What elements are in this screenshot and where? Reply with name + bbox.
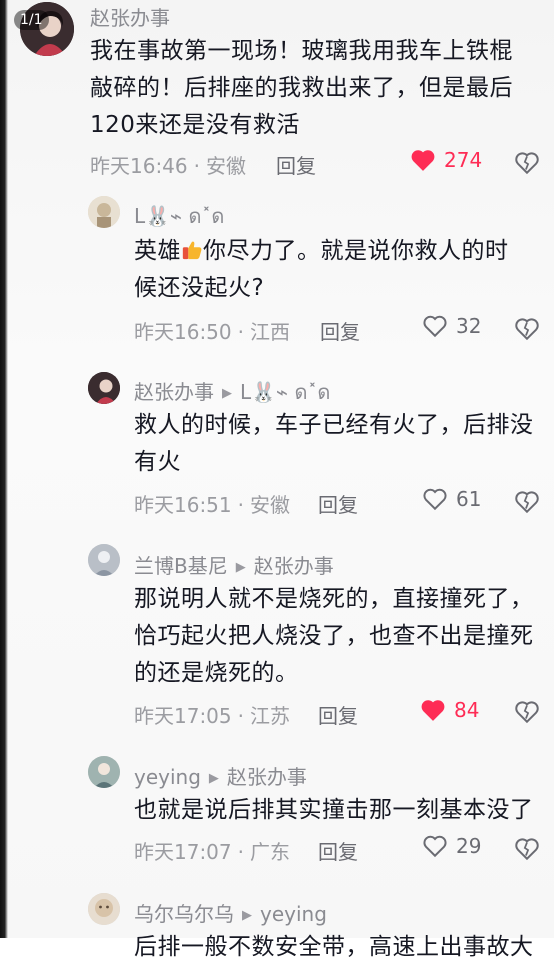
comment-author[interactable]: 赵张办事 ▶ L🐰⌁ ด˟ด xyxy=(134,376,330,408)
comment-time: 昨天16:46 xyxy=(90,154,188,178)
heart-outline-icon xyxy=(423,315,447,338)
like-count: 32 xyxy=(456,314,482,338)
comment-line: 有火 xyxy=(134,449,181,475)
reply-button[interactable]: 回复 xyxy=(276,150,316,179)
reply-arrow-icon: ▶ xyxy=(242,908,252,923)
like-button[interactable]: 29 xyxy=(422,834,481,858)
comment-time: 昨天17:07 xyxy=(134,840,232,864)
reply-arrow-icon: ▶ xyxy=(222,386,232,401)
page-indicator: 1/1 xyxy=(14,10,49,30)
dislike-icon[interactable] xyxy=(514,699,540,725)
video-edge xyxy=(0,0,8,938)
avatar-image xyxy=(88,893,120,925)
comment-text: 英雄 你尽力了。就是说你救人的时 候还没起火? xyxy=(134,233,544,307)
comment-line: 的还是烧死的。 xyxy=(134,660,299,686)
comment-author[interactable]: 乌尔乌尔乌 ▶ yeying xyxy=(134,898,327,927)
heart-filled-icon xyxy=(411,150,435,171)
avatar-image xyxy=(88,544,120,576)
dislike-icon[interactable] xyxy=(514,489,540,515)
comment-meta: 昨天17:05 · 江苏 xyxy=(134,704,290,728)
heart-filled-icon xyxy=(421,700,445,721)
avatar-image xyxy=(88,756,120,788)
like-button[interactable]: 32 xyxy=(422,314,481,338)
comment-line: 恰巧起火把人烧没了，也查不出是撞死 xyxy=(134,623,534,649)
reply-target: L🐰⌁ ด˟ด xyxy=(240,380,331,404)
comment-line: 我在事故第一现场！玻璃我用我车上铁棍 xyxy=(90,38,513,64)
comment-line: 候还没起火? xyxy=(134,275,265,301)
dislike-icon[interactable] xyxy=(514,836,540,862)
comment-line: 救人的时候，车子已经有火了，后排没 xyxy=(134,412,534,438)
thumbs-up-emoji-icon xyxy=(182,241,202,260)
comment-region: 广东 xyxy=(250,840,290,864)
dislike-icon[interactable] xyxy=(514,150,540,176)
comment-line: 英雄 你尽力了。就是说你救人的时 xyxy=(134,238,509,264)
reply-target: 赵张办事 xyxy=(253,554,334,578)
comment-region: 江苏 xyxy=(250,704,290,728)
comment-meta: 昨天17:07 · 广东 xyxy=(134,840,290,864)
comment-time: 昨天16:50 xyxy=(134,320,232,344)
avatar[interactable] xyxy=(88,544,120,576)
comment-text: 后排一般不数安全带，高速上出事故大 xyxy=(134,929,549,966)
avatar-image xyxy=(88,372,120,404)
comment-time: 昨天17:05 xyxy=(134,704,232,728)
avatar[interactable] xyxy=(88,196,120,228)
comment-author[interactable]: L🐰⌁ ด˟ด xyxy=(134,200,224,232)
like-button[interactable]: 274 xyxy=(410,148,482,172)
like-count: 61 xyxy=(456,487,482,511)
like-count: 29 xyxy=(456,834,482,858)
reply-button[interactable]: 回复 xyxy=(318,700,358,729)
comment-line: 那说明人就不是烧死的，直接撞死了， xyxy=(134,586,534,612)
reply-button[interactable]: 回复 xyxy=(320,316,360,345)
comment-region: 江西 xyxy=(250,320,290,344)
reply-target: 赵张办事 xyxy=(226,765,307,789)
avatar[interactable] xyxy=(88,893,120,925)
heart-outline-icon xyxy=(423,835,447,858)
comment-line: 120来还是没有救活 xyxy=(90,112,300,138)
comment-time: 昨天16:51 xyxy=(134,493,232,517)
heart-outline-icon xyxy=(423,488,447,511)
comment-author[interactable]: 赵张办事 xyxy=(90,2,170,31)
comment-meta: 昨天16:51 · 安徽 xyxy=(134,493,290,517)
like-count: 274 xyxy=(444,148,483,172)
comment-line: 也就是说后排其实撞击那一刻基本没了 xyxy=(134,797,534,823)
reply-button[interactable]: 回复 xyxy=(318,489,358,518)
avatar[interactable] xyxy=(88,756,120,788)
comment-author[interactable]: 兰博B基尼 ▶ 赵张办事 xyxy=(134,550,334,579)
reply-button[interactable]: 回复 xyxy=(318,836,358,865)
comment-line: 后排一般不数安全带，高速上出事故大 xyxy=(134,934,534,960)
comment-line: 敲碎的！后排座的我救出来了，但是最后 xyxy=(90,75,513,101)
like-button[interactable]: 84 xyxy=(420,698,479,722)
comment-region: 安徽 xyxy=(250,493,290,517)
comment-text: 也就是说后排其实撞击那一刻基本没了 xyxy=(134,792,549,829)
reply-arrow-icon: ▶ xyxy=(208,771,219,786)
like-count: 84 xyxy=(454,698,480,722)
avatar-image xyxy=(88,196,120,228)
reply-target: yeying xyxy=(260,902,327,926)
comment-text: 那说明人就不是烧死的，直接撞死了， 恰巧起火把人烧没了，也查不出是撞死 的还是烧… xyxy=(134,581,549,692)
comment-author[interactable]: yeying ▶ 赵张办事 xyxy=(134,761,307,790)
comment-text: 救人的时候，车子已经有火了，后排没 有火 xyxy=(134,407,544,481)
avatar[interactable] xyxy=(88,372,120,404)
comment-text: 我在事故第一现场！玻璃我用我车上铁棍 敲碎的！后排座的我救出来了，但是最后 12… xyxy=(90,33,540,144)
comment-meta: 昨天16:50 · 江西 xyxy=(134,320,290,344)
like-button[interactable]: 61 xyxy=(422,487,481,511)
comment-meta: 昨天16:46 · 安徽 xyxy=(90,154,246,178)
reply-arrow-icon: ▶ xyxy=(235,560,246,575)
comment-region: 安徽 xyxy=(206,154,246,178)
dislike-icon[interactable] xyxy=(514,316,540,342)
